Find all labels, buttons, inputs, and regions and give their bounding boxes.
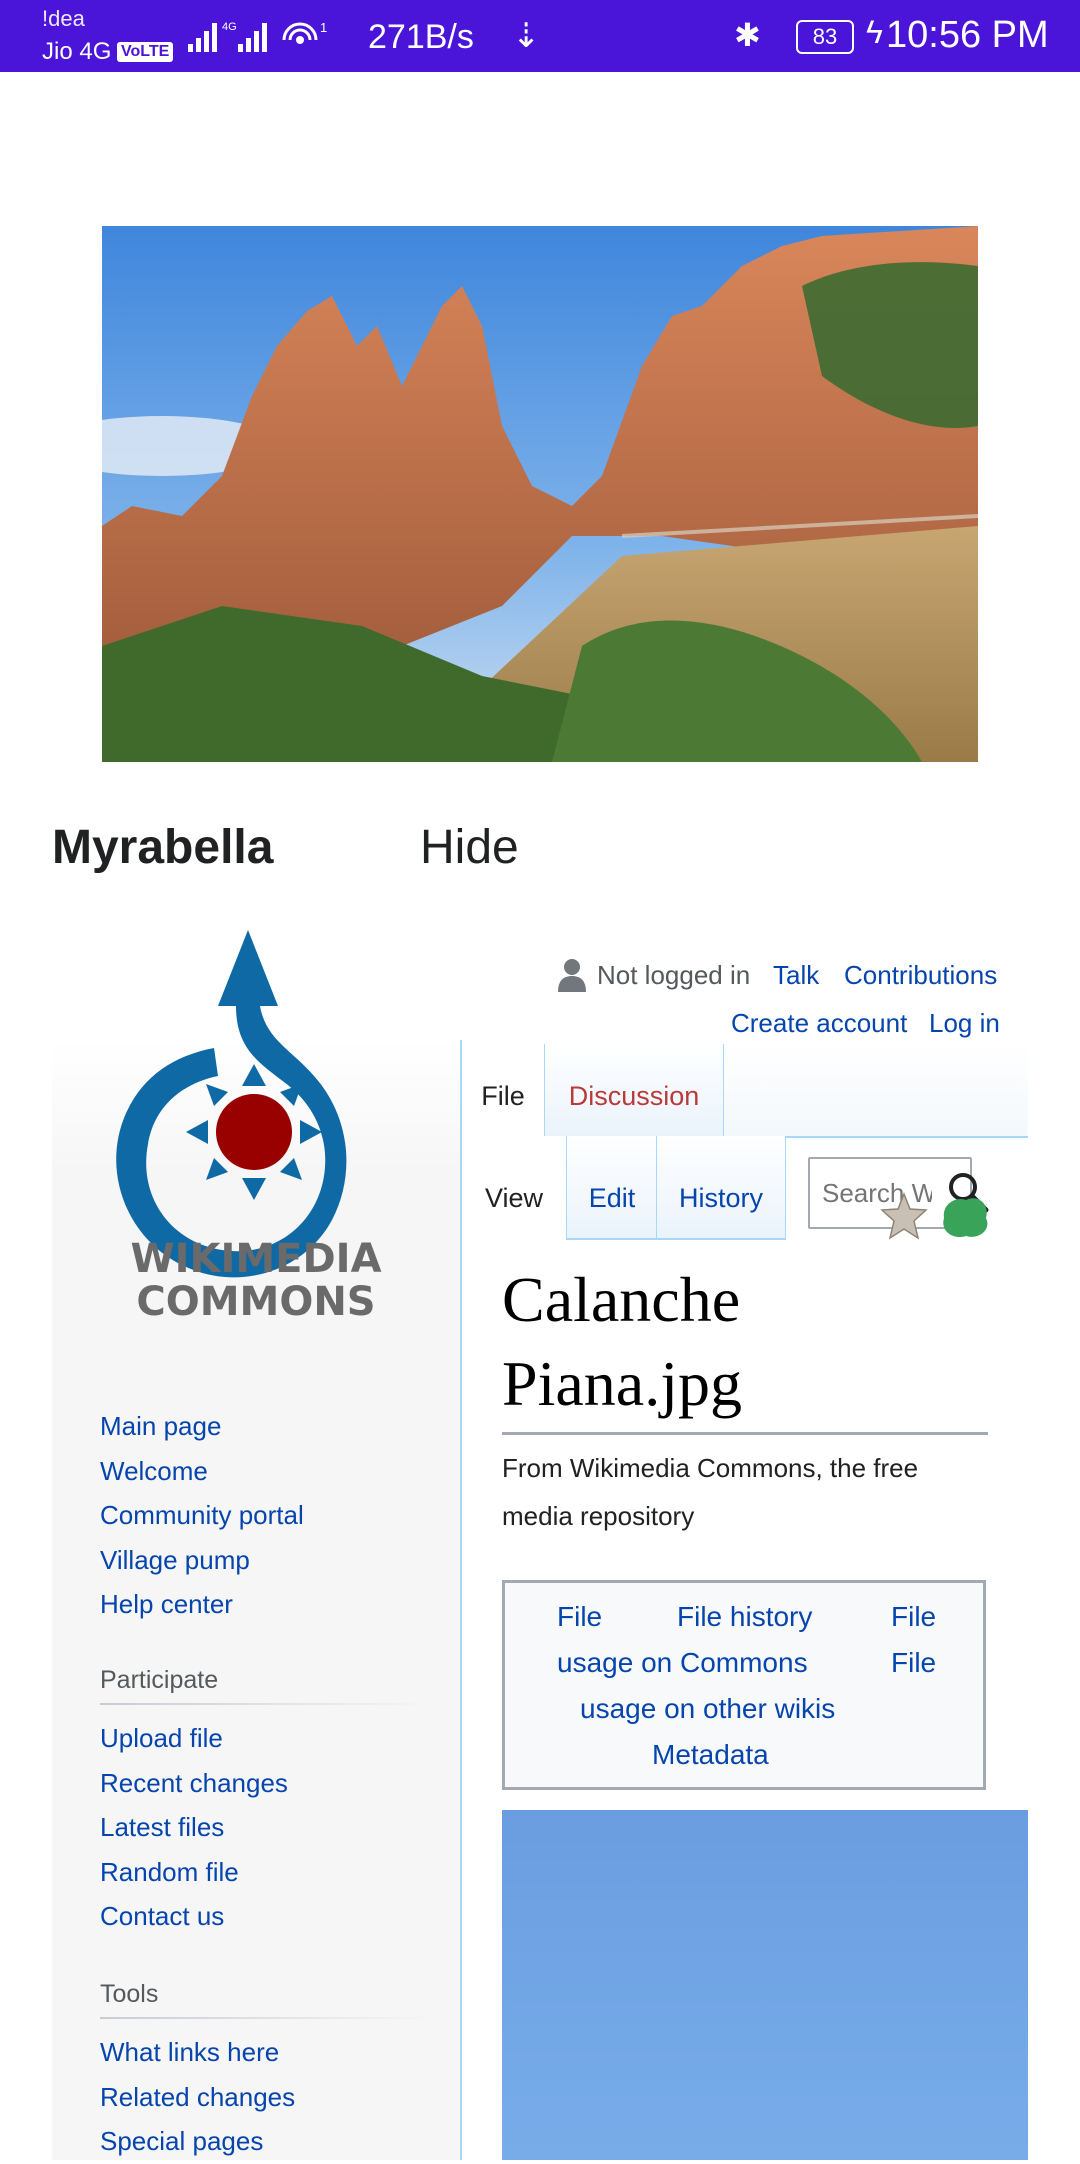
sidebar-item-special-pages[interactable]: Special pages [100, 2119, 460, 2164]
carrier-name-2: Jio 4G [42, 38, 112, 65]
tools-list: What links here Related changes Special … [100, 2030, 460, 2164]
signal-icon: 4G 1 [188, 20, 327, 52]
sidebar-item-community-portal[interactable]: Community portal [100, 1493, 460, 1538]
file-preview-image[interactable] [502, 1810, 1028, 2160]
carrier-name-1: !dea [42, 6, 85, 31]
namespace-tabs: File Discussion [462, 1044, 1028, 1138]
view-tabs: View Edit History [462, 1136, 802, 1240]
toc-link-file-usage-commons[interactable]: usage on Commons [557, 1640, 808, 1686]
sidebar-item-what-links-here[interactable]: What links here [100, 2030, 460, 2075]
usb-icon: ⇣ [512, 17, 541, 55]
volte-badge: VoLTE [117, 42, 174, 62]
log-in-link[interactable]: Log in [929, 1008, 1000, 1039]
toc-link-file-usage-other-start[interactable]: File [891, 1640, 936, 1686]
participate-list: Upload file Recent changes Latest files … [100, 1716, 460, 1939]
page-title-line-1: Calanche [502, 1264, 741, 1335]
wikimedia-commons-logo[interactable]: WIKIMEDIA COMMONS [52, 930, 460, 1340]
hero-image[interactable] [102, 226, 978, 762]
tools-heading: Tools [100, 1980, 430, 2019]
user-icon [558, 959, 586, 992]
sidebar-item-latest-files[interactable]: Latest files [100, 1805, 460, 1850]
toc-link-file[interactable]: File [557, 1594, 602, 1640]
toc-link-file-usage-other-wikis[interactable]: usage on other wikis [580, 1686, 835, 1732]
sidebar-item-upload-file[interactable]: Upload file [100, 1716, 460, 1761]
toc-link-metadata[interactable]: Metadata [652, 1732, 769, 1778]
status-bar: !dea Jio 4G VoLTE 4G 1 271B/s ⇣ ✱ 83 ϟ 1… [0, 0, 1080, 72]
tab-edit[interactable]: Edit [566, 1136, 658, 1240]
sidebar-item-random-file[interactable]: Random file [100, 1850, 460, 1895]
svg-text:4G: 4G [222, 21, 237, 33]
tab-view[interactable]: View [462, 1136, 566, 1238]
author-name: Myrabella [52, 821, 274, 874]
sidebar-item-related-changes[interactable]: Related changes [100, 2075, 460, 2120]
charging-icon: ϟ [866, 14, 883, 50]
not-logged-in-label: Not logged in [597, 960, 751, 990]
sidebar-item-village-pump[interactable]: Village pump [100, 1538, 460, 1583]
sidebar-item-main-page[interactable]: Main page [100, 1404, 460, 1449]
participate-heading: Participate [100, 1666, 430, 1705]
calanche-photo [102, 226, 978, 762]
tab-file[interactable]: File [462, 1044, 544, 1136]
sidebar-item-help-center[interactable]: Help center [100, 1582, 460, 1627]
talk-link[interactable]: Talk [773, 960, 819, 991]
sidebar-item-recent-changes[interactable]: Recent changes [100, 1761, 460, 1806]
tab-history[interactable]: History [656, 1136, 786, 1240]
contributions-link[interactable]: Contributions [844, 960, 997, 991]
hide-toggle[interactable]: Hide [420, 820, 519, 875]
logo-text-commons: COMMONS [136, 1279, 375, 1325]
create-account-link[interactable]: Create account [731, 1008, 907, 1039]
tab-discussion[interactable]: Discussion [544, 1044, 724, 1136]
page-title: Calanche Piana.jpg [502, 1258, 988, 1435]
quality-image-icon [943, 1198, 988, 1238]
featured-star-icon [880, 1192, 928, 1240]
site-tagline: From Wikimedia Commons, the free media r… [502, 1453, 919, 1531]
network-speed: 271B/s [368, 18, 474, 56]
toc-link-file-history[interactable]: File history [677, 1594, 812, 1640]
toc-link-file-usage-commons-start[interactable]: File [891, 1594, 936, 1640]
bluetooth-icon: ✱ [734, 17, 761, 53]
file-section-toc: File File history File usage on Commons … [502, 1580, 986, 1790]
sidebar-item-contact-us[interactable]: Contact us [100, 1894, 460, 1939]
clock: 10:56 PM [886, 14, 1049, 56]
sidebar-navigation: Main page Welcome Community portal Villa… [100, 1404, 460, 1627]
page-title-line-2: Piana.jpg [502, 1348, 742, 1419]
sidebar-item-welcome[interactable]: Welcome [100, 1449, 460, 1494]
logo-text-wikimedia: WIKIMEDIA [130, 1236, 381, 1282]
battery-icon: 83 [796, 20, 854, 54]
svg-text:1: 1 [320, 20, 327, 35]
